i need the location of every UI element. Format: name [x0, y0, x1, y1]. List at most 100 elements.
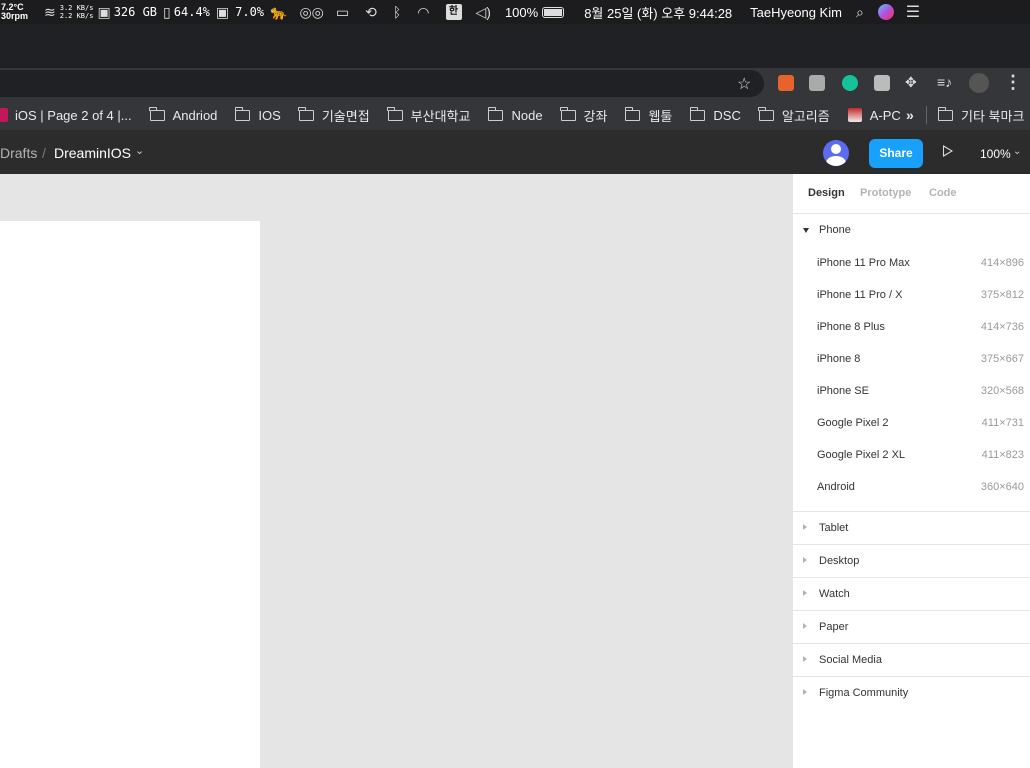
- display-icon[interactable]: ▭: [336, 4, 349, 21]
- section-desktop[interactable]: Desktop: [793, 544, 1030, 577]
- media-control-icon[interactable]: ≡♪: [937, 74, 952, 90]
- user-avatar[interactable]: [823, 140, 849, 166]
- device-preset[interactable]: iPhone 8 Plus 414×736: [793, 311, 1030, 343]
- bookmark-star-icon[interactable]: ☆: [737, 74, 751, 94]
- cpu-text[interactable]: 7.0%: [235, 5, 264, 19]
- bookmark-label: DSC: [713, 107, 741, 123]
- device-preset[interactable]: Google Pixel 2 XL 411×823: [793, 439, 1030, 471]
- folder-icon: [487, 106, 504, 121]
- battery-percent: 100%: [504, 4, 539, 20]
- section-figma-community[interactable]: Figma Community: [793, 676, 1030, 709]
- device-size: 414×896: [980, 257, 1024, 269]
- device-name: iPhone 11 Pro / X: [817, 289, 903, 301]
- bookmark-folder-ios[interactable]: IOS: [234, 106, 281, 123]
- profile-avatar[interactable]: [969, 73, 989, 93]
- section-phone[interactable]: Phone: [793, 214, 1030, 247]
- bookmark-folder-lecture[interactable]: 강좌: [560, 106, 607, 125]
- bookmark-folder-andriod[interactable]: Andriod: [149, 106, 217, 123]
- avatar-body: [826, 156, 846, 166]
- device-size: 375×812: [980, 289, 1024, 301]
- panel-tabs: Design Prototype Code: [793, 174, 1030, 214]
- tab-prototype[interactable]: Prototype: [860, 187, 911, 199]
- fan-speed-text: 30rpm: [1, 11, 29, 21]
- present-play-icon[interactable]: [943, 145, 953, 157]
- memory-text[interactable]: 64.4%: [174, 5, 210, 19]
- input-source-icon[interactable]: 한: [445, 4, 462, 20]
- bookmark-apc[interactable]: A-PC: [847, 108, 901, 123]
- device-preset[interactable]: iPhone 8 375×667: [793, 343, 1030, 375]
- time-machine-icon[interactable]: ⟲: [365, 4, 377, 21]
- memory-icon: ▯: [163, 3, 171, 20]
- folder-icon: [149, 106, 165, 121]
- wifi-activity-icon: ≋: [44, 3, 56, 20]
- user-name[interactable]: TaeHyeong Kim: [750, 5, 842, 20]
- temp-widget[interactable]: 7.2°C 30rpm: [0, 3, 34, 21]
- device-preset[interactable]: Android 360×640: [793, 471, 1030, 511]
- siri-icon[interactable]: [877, 4, 894, 20]
- artboard-frame[interactable]: [0, 221, 260, 768]
- spotlight-icon[interactable]: ⌕: [856, 4, 864, 21]
- folder-icon: [689, 106, 706, 121]
- extension-fx-icon[interactable]: [778, 75, 794, 91]
- bookmarks-overflow-button[interactable]: »: [906, 107, 914, 123]
- other-bookmarks[interactable]: 기타 북마크: [937, 106, 1024, 125]
- net-up-text: 3.2 KB/s: [59, 4, 94, 12]
- design-canvas[interactable]: [0, 174, 792, 768]
- device-preset[interactable]: iPhone 11 Pro / X 375×812: [793, 279, 1030, 311]
- bookmark-folder-dsc[interactable]: DSC: [689, 106, 741, 123]
- section-paper[interactable]: Paper: [793, 610, 1030, 643]
- bookmark-folder-node[interactable]: Node: [487, 106, 543, 123]
- volume-icon[interactable]: ◁): [476, 4, 491, 21]
- device-preset[interactable]: iPhone 11 Pro Max 414×896: [793, 247, 1030, 279]
- address-bar[interactable]: [0, 70, 764, 97]
- bookmark-folder-algorithm[interactable]: 알고리즘: [758, 106, 830, 125]
- device-size: 411×823: [981, 449, 1024, 461]
- bookmark-label: 알고리즘: [781, 108, 830, 124]
- extension-image-icon[interactable]: [874, 75, 890, 91]
- clock[interactable]: 8월 25일 (화) 오후 9:44:28: [584, 3, 732, 22]
- section-label: Social Media: [819, 654, 882, 666]
- share-button[interactable]: Share: [869, 139, 923, 168]
- bookmark-folder-webtools[interactable]: 웹툴: [624, 106, 672, 125]
- bookmark-folder-pnu[interactable]: 부산대학교: [387, 106, 470, 125]
- zoom-level[interactable]: 100%: [980, 147, 1011, 161]
- caret-right-icon: [803, 623, 807, 629]
- section-label: Phone: [819, 224, 851, 236]
- battery-icon[interactable]: [542, 6, 565, 18]
- cpu-icon: ▣: [215, 3, 230, 20]
- device-preset[interactable]: iPhone SE 320×568: [793, 375, 1030, 407]
- notification-center-icon[interactable]: ☰: [906, 2, 920, 22]
- section-tablet[interactable]: Tablet: [793, 511, 1030, 544]
- file-name[interactable]: DreaminIOS: [54, 145, 131, 161]
- device-name: Google Pixel 2 XL: [817, 449, 906, 461]
- device-size: 411×731: [981, 417, 1024, 429]
- grammarly-icon[interactable]: [842, 75, 858, 91]
- bookmark-folder-interview[interactable]: 기술면접: [298, 106, 370, 125]
- tab-code[interactable]: Code: [929, 187, 957, 199]
- breadcrumb-drafts[interactable]: Drafts: [0, 145, 37, 161]
- device-preset[interactable]: Google Pixel 2 411×731: [793, 407, 1030, 439]
- section-label: Paper: [819, 621, 849, 633]
- chevron-down-icon[interactable]: ⌄: [135, 144, 144, 157]
- caret-right-icon: [803, 689, 807, 695]
- extensions-puzzle-icon[interactable]: ✥: [905, 74, 917, 91]
- disk-text[interactable]: 326 GB: [114, 5, 157, 19]
- glasses-icon[interactable]: ◎◎: [299, 4, 323, 21]
- network-speed[interactable]: 3.2 KB/s 2.2 KB/s: [60, 4, 94, 20]
- folder-icon: [937, 106, 953, 121]
- bookmark-ios-page[interactable]: iOS | Page 2 of 4 |...: [0, 108, 132, 123]
- section-label: Desktop: [819, 555, 860, 567]
- section-watch[interactable]: Watch: [793, 577, 1030, 610]
- folder-icon: [234, 106, 251, 121]
- chrome-menu-icon[interactable]: ⋮: [1004, 72, 1022, 93]
- wifi-icon[interactable]: ◠: [417, 4, 429, 21]
- folder-icon: [560, 106, 576, 121]
- tab-design[interactable]: Design: [808, 187, 845, 199]
- extension-gallery-icon[interactable]: [809, 75, 825, 91]
- caret-right-icon: [803, 656, 807, 662]
- chevron-down-icon[interactable]: ⌄: [1013, 146, 1021, 157]
- section-social-media[interactable]: Social Media: [793, 643, 1030, 676]
- folder-icon: [298, 106, 314, 121]
- runcat-icon[interactable]: 🐆: [270, 4, 287, 21]
- bluetooth-icon[interactable]: ᛒ: [393, 4, 401, 20]
